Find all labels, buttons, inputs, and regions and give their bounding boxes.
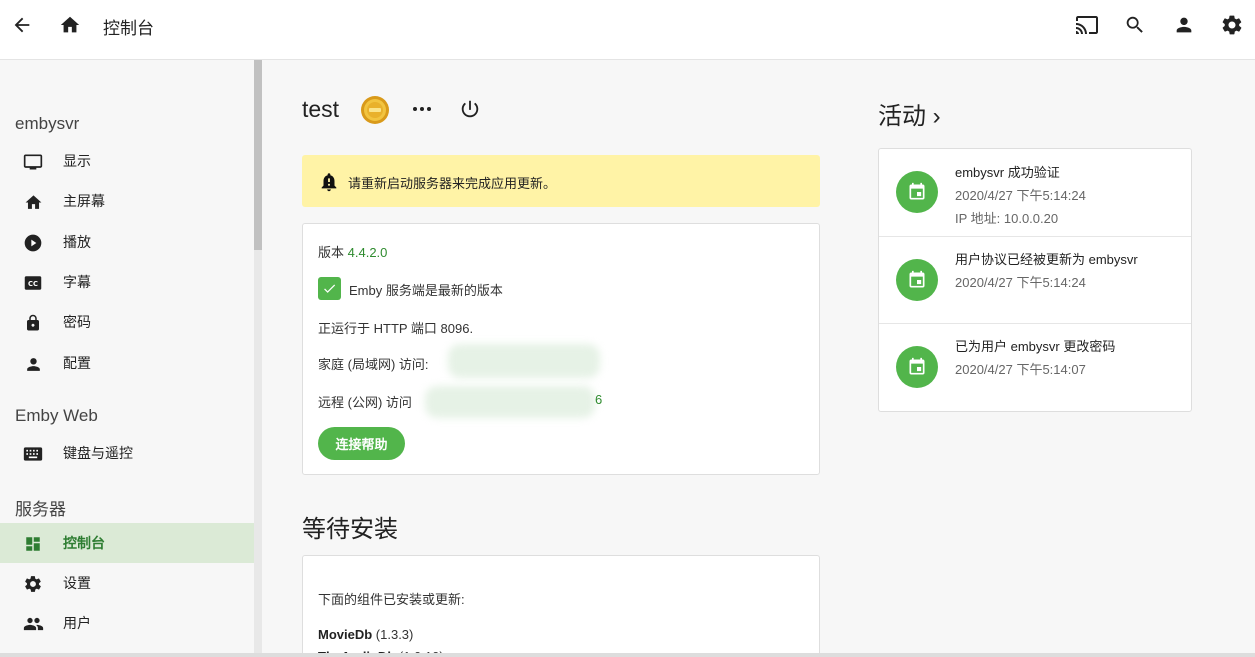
pending-install-card: 下面的组件已安装或更新: MovieDb (1.3.3) TheAudioDb …: [302, 555, 820, 657]
pending-item-version: (1.3.3): [375, 627, 414, 642]
back-arrow-icon[interactable]: [9, 12, 35, 38]
activity-time: 2020/4/27 下午5:14:07: [955, 362, 1086, 377]
home-access-label: 家庭 (局域网) 访问:: [318, 357, 429, 372]
activity-line1: embysvr 成功验证: [955, 165, 1060, 180]
top-app-bar: 控制台: [0, 0, 1255, 60]
activity-item[interactable]: 已为用户 embysvr 更改密码 2020/4/27 下午5:14:07: [879, 324, 1191, 411]
activity-time: 2020/4/27 下午5:14:24: [955, 188, 1086, 203]
premiere-badge-icon: [360, 95, 390, 130]
sidebar-item-dashboard[interactable]: 控制台: [0, 523, 254, 563]
latest-version-text: Emby 服务端是最新的版本: [349, 283, 503, 298]
calendar-icon: [896, 259, 938, 301]
remote-access-link[interactable]: 6: [595, 392, 602, 407]
home-icon: [22, 191, 44, 213]
restart-alert-text: 请重新启动服务器来完成应用更新。: [348, 176, 557, 191]
cc-icon: CC: [22, 272, 44, 294]
sidebar-item-display[interactable]: 显示: [0, 141, 254, 181]
sidebar-item-label: 键盘与遥控: [63, 445, 133, 461]
sidebar-item-label: 显示: [63, 153, 91, 169]
sidebar-item-keyboard[interactable]: 键盘与遥控: [0, 433, 254, 473]
sidebar-item-label: 密码: [63, 314, 91, 330]
sidebar-item-users[interactable]: 用户: [0, 603, 254, 643]
sidebar-section-emby-web: Emby Web: [15, 406, 98, 425]
activity-item[interactable]: 用户协议已经被更新为 embysvr 2020/4/27 下午5:14:24: [879, 237, 1191, 324]
keyboard-icon: [22, 443, 44, 465]
checkmark-icon: [318, 277, 341, 300]
sidebar-item-label: 配置: [63, 355, 91, 371]
sidebar-item-password[interactable]: 密码: [0, 302, 254, 342]
bell-alert-icon: [318, 171, 340, 198]
activity-line1: 已为用户 embysvr 更改密码: [955, 339, 1116, 354]
redacted-remote-address: [425, 386, 595, 418]
restart-alert: 请重新启动服务器来完成应用更新。: [302, 155, 820, 207]
more-icon[interactable]: [409, 96, 435, 122]
server-name: test: [302, 96, 340, 122]
activity-detail: IP 地址: 10.0.0.20: [955, 211, 1059, 226]
sidebar-scrollbar[interactable]: [254, 60, 262, 657]
activity-title-link[interactable]: 活动 ›: [878, 96, 941, 131]
tv-icon: [22, 151, 44, 173]
remote-access-label: 远程 (公网) 访问: [318, 395, 412, 410]
version-label: 版本: [318, 245, 345, 260]
sidebar: embysvr 显示 主屏幕 播放 CC 字幕 密码 配置 Emby Web 键…: [0, 60, 254, 657]
dashboard-icon: [22, 533, 44, 555]
pending-install-title: 等待安装: [302, 516, 398, 543]
sidebar-item-label: 主屏幕: [63, 193, 105, 209]
sidebar-item-subtitles[interactable]: CC 字幕: [0, 262, 254, 302]
pending-intro-text: 下面的组件已安装或更新:: [318, 592, 465, 607]
gear-icon[interactable]: [1219, 12, 1245, 38]
sidebar-item-label: 播放: [63, 234, 91, 250]
pending-item: MovieDb (1.3.3): [318, 627, 413, 642]
power-icon[interactable]: [457, 96, 483, 122]
activity-time: 2020/4/27 下午5:14:24: [955, 275, 1086, 290]
activity-card: embysvr 成功验证 2020/4/27 下午5:14:24 IP 地址: …: [878, 148, 1192, 412]
version-line: 版本 4.4.2.0: [318, 242, 387, 261]
redacted-home-address: [448, 344, 600, 378]
connect-help-button[interactable]: 连接帮助: [318, 427, 405, 460]
sidebar-section-embysvr: embysvr: [15, 114, 80, 133]
activity-title: 活动: [878, 103, 926, 130]
sidebar-item-profile[interactable]: 配置: [0, 343, 254, 383]
cast-icon[interactable]: [1074, 12, 1100, 38]
scrollbar-thumb[interactable]: [254, 60, 262, 250]
server-info-card: 版本 4.4.2.0 Emby 服务端是最新的版本 正运行于 HTTP 端口 8…: [302, 223, 820, 475]
lock-icon: [22, 312, 44, 334]
calendar-icon: [896, 171, 938, 213]
sidebar-item-playback[interactable]: 播放: [0, 222, 254, 262]
sidebar-section-server: 服务器: [15, 500, 66, 519]
sidebar-item-label: 字幕: [63, 274, 91, 290]
sidebar-item-settings[interactable]: 设置: [0, 563, 254, 603]
sidebar-item-label: 用户: [63, 615, 91, 631]
svg-text:CC: CC: [28, 280, 38, 288]
running-port-text: 正运行于 HTTP 端口 8096.: [318, 321, 474, 336]
activity-line1: 用户协议已经被更新为 embysvr: [955, 252, 1138, 267]
version-value: 4.4.2.0: [347, 245, 388, 260]
home-icon[interactable]: [57, 12, 83, 38]
sidebar-item-home-screen[interactable]: 主屏幕: [0, 181, 254, 221]
pending-item-name: MovieDb: [318, 627, 373, 642]
calendar-icon: [896, 346, 938, 388]
people-icon: [22, 613, 44, 635]
gear-icon: [22, 573, 44, 595]
activity-item[interactable]: embysvr 成功验证 2020/4/27 下午5:14:24 IP 地址: …: [879, 149, 1191, 237]
sidebar-item-label: 设置: [63, 575, 91, 591]
page-title: 控制台: [103, 19, 154, 38]
search-icon[interactable]: [1122, 12, 1148, 38]
person-icon: [22, 353, 44, 375]
play-circle-icon: [22, 232, 44, 254]
horizontal-scrollbar[interactable]: [0, 653, 1255, 657]
sidebar-item-label: 控制台: [63, 535, 105, 551]
user-icon[interactable]: [1171, 12, 1197, 38]
chevron-right-icon: ›: [932, 103, 941, 130]
